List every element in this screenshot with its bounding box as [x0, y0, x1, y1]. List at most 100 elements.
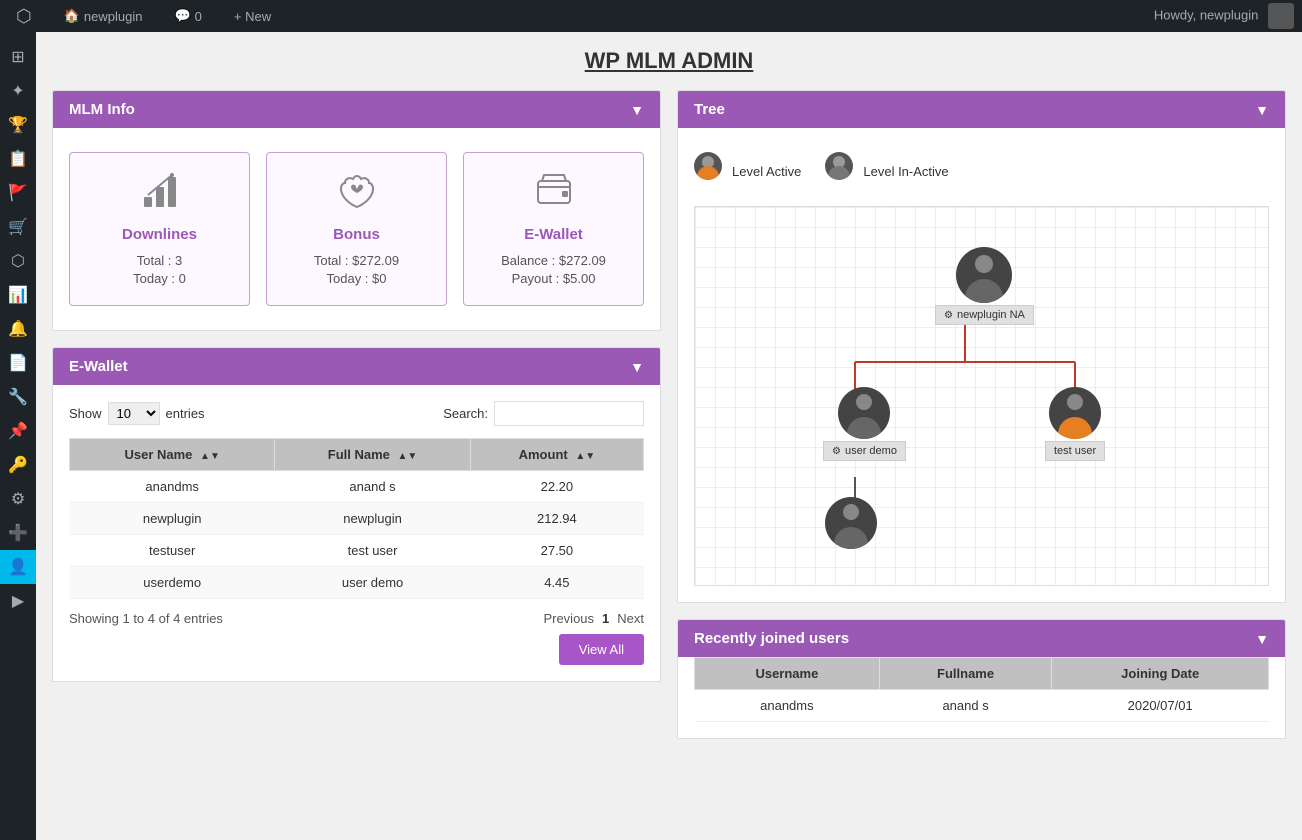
joined-fullname: anand s — [879, 690, 1052, 722]
ewallet-table: User Name ▲▼ Full Name ▲▼ Amount ▲▼ — [69, 438, 644, 599]
comments-icon: 💬 — [174, 8, 190, 24]
sidebar-item-analytics[interactable]: 📊 — [0, 278, 36, 312]
sidebar-item-updates[interactable]: 🔑 — [0, 448, 36, 482]
sort-username[interactable]: ▲▼ — [200, 451, 220, 462]
cell-username: anandms — [70, 471, 275, 503]
recently-joined-body: Username Fullname Joining Date anandms a… — [678, 657, 1285, 738]
tree-header: Tree ▼ — [678, 91, 1285, 128]
sidebar-item-pin[interactable]: 📌 — [0, 414, 36, 448]
show-label: Show — [69, 406, 102, 421]
wp-logo-item[interactable]: ⬡ — [8, 0, 40, 32]
howdy-text: Howdy, newplugin — [1154, 7, 1259, 22]
downlines-title: Downlines — [86, 226, 233, 243]
tree-toggle[interactable]: ▼ — [1255, 102, 1269, 118]
col-username[interactable]: User Name ▲▼ — [70, 439, 275, 471]
page-title: WP MLM ADMIN — [52, 48, 1286, 74]
wp-logo-icon: ⬡ — [16, 6, 32, 27]
left-column: MLM Info ▼ — [52, 90, 661, 739]
sidebar-item-pages[interactable]: 📋 — [0, 142, 36, 176]
sidebar-item-layers[interactable]: ⬡ — [0, 244, 36, 278]
recently-joined-title: Recently joined users — [694, 630, 849, 647]
tree-node-child2: test user — [1045, 387, 1105, 461]
bonus-title: Bonus — [283, 226, 430, 243]
tree-title: Tree — [694, 101, 725, 118]
pagination-previous[interactable]: Previous — [543, 611, 594, 626]
col-fullname[interactable]: Full Name ▲▼ — [275, 439, 470, 471]
cell-username: testuser — [70, 535, 275, 567]
ewallet-title: E-Wallet — [69, 358, 128, 375]
ewallet-toggle[interactable]: ▼ — [630, 359, 644, 375]
sidebar-item-posts[interactable]: ✦ — [0, 74, 36, 108]
table-row: testuser test user 27.50 — [70, 535, 644, 567]
cell-fullname: user demo — [275, 567, 470, 599]
sort-fullname[interactable]: ▲▼ — [398, 451, 418, 462]
ewallet-card-title: E-Wallet — [480, 226, 627, 243]
sidebar-item-notifications[interactable]: 🔔 — [0, 312, 36, 346]
ewallet-icon — [480, 169, 627, 218]
child1-label: ⚙ user demo — [823, 441, 906, 461]
cell-fullname: test user — [275, 535, 470, 567]
cell-fullname: newplugin — [275, 503, 470, 535]
search-box: Search: — [443, 401, 644, 426]
dashboard-grid: MLM Info ▼ — [52, 90, 1286, 739]
tree-legend: Level Active Level In-Active — [694, 144, 1269, 198]
sidebar-item-awards[interactable]: 🏆 — [0, 108, 36, 142]
tree-panel: Tree ▼ Level Active — [677, 90, 1286, 603]
sidebar-item-settings[interactable]: ⚙ — [0, 482, 36, 516]
user-avatar — [1268, 3, 1294, 29]
sidebar-item-tools[interactable]: 🔧 — [0, 380, 36, 414]
pagination-current[interactable]: 1 — [602, 611, 609, 626]
entries-label: entries — [166, 406, 205, 421]
sidebar-item-media[interactable]: ▶ — [0, 584, 36, 618]
sidebar-item-comments[interactable]: 🚩 — [0, 176, 36, 210]
bonus-icon — [283, 169, 430, 218]
legend-inactive-label: Level In-Active — [863, 164, 948, 179]
sort-amount[interactable]: ▲▼ — [575, 451, 595, 462]
ewallet-payout: Payout : $5.00 — [480, 271, 627, 286]
mlm-info-toggle[interactable]: ▼ — [630, 102, 644, 118]
recently-joined-header: Recently joined users ▼ — [678, 620, 1285, 657]
admin-bar: ⬡ 🏠 newplugin 💬 0 + New Howdy, newplugin — [0, 0, 1302, 32]
legend-active-label: Level Active — [732, 164, 801, 179]
mlm-info-body: Downlines Total : 3 Today : 0 — [53, 128, 660, 330]
cell-username: newplugin — [70, 503, 275, 535]
sidebar-item-woo[interactable]: 🛒 — [0, 210, 36, 244]
table-row: newplugin newplugin 212.94 — [70, 503, 644, 535]
downlines-today: Today : 0 — [86, 271, 233, 286]
cell-amount: 22.20 — [470, 471, 643, 503]
legend-active: Level Active — [694, 152, 801, 190]
site-name-item[interactable]: 🏠 newplugin — [56, 0, 151, 32]
sidebar-item-users[interactable]: 👤 — [0, 550, 36, 584]
search-input[interactable] — [494, 401, 644, 426]
mlm-info-title: MLM Info — [69, 101, 135, 118]
comments-item[interactable]: 💬 0 — [166, 0, 209, 32]
tree-container: ⚙ newplugin NA ⚙ u — [694, 206, 1269, 586]
downlines-icon — [86, 169, 233, 218]
show-entries: Show 10 25 50 100 entries — [69, 402, 205, 425]
right-column: Tree ▼ Level Active — [677, 90, 1286, 739]
joined-col-username: Username — [695, 658, 880, 690]
child2-label: test user — [1045, 441, 1105, 461]
sidebar-item-dashboard[interactable]: ⊞ — [0, 40, 36, 74]
joined-col-fullname: Fullname — [879, 658, 1052, 690]
site-home-icon: 🏠 — [64, 8, 80, 24]
pagination-next[interactable]: Next — [617, 611, 644, 626]
bonus-card: Bonus Total : $272.09 Today : $0 — [266, 152, 447, 306]
sidebar-item-add[interactable]: ➕ — [0, 516, 36, 550]
entries-select[interactable]: 10 25 50 100 — [108, 402, 160, 425]
table-footer: Showing 1 to 4 of 4 entries Previous 1 N… — [69, 611, 644, 626]
cell-amount: 212.94 — [470, 503, 643, 535]
mlm-info-panel: MLM Info ▼ — [52, 90, 661, 331]
view-all-button[interactable]: View All — [559, 634, 644, 665]
cell-amount: 4.45 — [470, 567, 643, 599]
downlines-card: Downlines Total : 3 Today : 0 — [69, 152, 250, 306]
pagination: Previous 1 Next — [543, 611, 644, 626]
col-amount[interactable]: Amount ▲▼ — [470, 439, 643, 471]
mlm-info-header: MLM Info ▼ — [53, 91, 660, 128]
recently-joined-panel: Recently joined users ▼ Username Fullnam… — [677, 619, 1286, 739]
sidebar-item-forms[interactable]: 📄 — [0, 346, 36, 380]
recently-joined-toggle[interactable]: ▼ — [1255, 631, 1269, 647]
new-content-item[interactable]: + New — [226, 0, 279, 32]
cell-username: userdemo — [70, 567, 275, 599]
sidebar: ⊞ ✦ 🏆 📋 🚩 🛒 ⬡ 📊 🔔 📄 🔧 📌 🔑 ⚙ ➕ 👤 ▶ — [0, 32, 36, 840]
